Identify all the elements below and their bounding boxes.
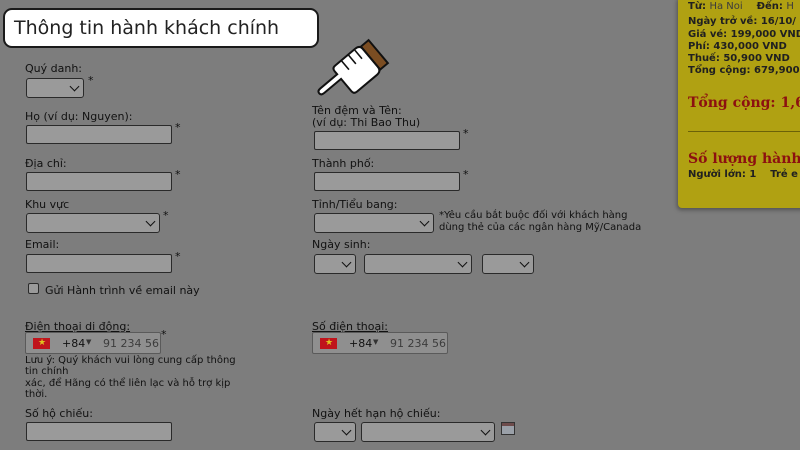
to-value: H: [786, 1, 794, 12]
send-itinerary-checkbox[interactable]: [28, 283, 39, 294]
passenger-counts: Người lớn: 1 Trẻ e: [688, 169, 798, 180]
fare-row: Giá vé: 199,000 VND: [688, 29, 800, 40]
first-middle-example: (ví dụ: Thi Bao Thu): [312, 116, 421, 129]
required-mark: *: [463, 127, 469, 140]
region-label: Khu vực: [25, 198, 70, 211]
chevron-down-icon: [341, 257, 352, 268]
total-amount: Tổng cộng: 1,6: [688, 95, 800, 111]
adult-count: Người lớn: 1: [688, 169, 757, 180]
required-mark: *: [88, 74, 94, 87]
required-mark: *: [161, 328, 167, 341]
vietnam-flag-icon: ★: [33, 338, 50, 349]
city-input[interactable]: [314, 172, 460, 191]
passenger-count-title: Số lượng hành: [688, 151, 800, 167]
passport-input[interactable]: [26, 422, 172, 441]
required-mark: *: [163, 209, 169, 222]
dob-label: Ngày sinh:: [312, 238, 371, 251]
required-mark: *: [175, 250, 181, 263]
address-label: Địa chỉ:: [25, 157, 67, 170]
chevron-down-icon: [145, 216, 156, 227]
address-input[interactable]: [26, 172, 172, 191]
email-label: Email:: [25, 238, 60, 251]
to-label: Đến:: [756, 1, 783, 12]
email-input[interactable]: [26, 254, 172, 273]
phone-placeholder: 91 234 56: [390, 337, 446, 350]
divider: [688, 131, 800, 132]
chevron-down-icon: [69, 81, 80, 92]
country-code[interactable]: +84: [349, 337, 372, 350]
chevron-down-icon[interactable]: ▼: [86, 338, 91, 346]
mobile-note: thời.: [25, 389, 48, 400]
chevron-down-icon: [480, 425, 491, 436]
chevron-down-icon: [457, 257, 468, 268]
passport-expiry-day-select[interactable]: [314, 422, 356, 442]
send-itinerary-label: Gửi Hành trình về email này: [45, 284, 200, 297]
fee-row: Phí: 430,000 VND: [688, 41, 787, 52]
chevron-down-icon: [519, 257, 530, 268]
dob-day-select[interactable]: [314, 254, 356, 274]
title-select[interactable]: [26, 78, 84, 98]
country-code[interactable]: +84: [62, 337, 85, 350]
booking-summary-panel: Từ: Ha Noi Đến: H Ngày trở về: 16/10/ Gi…: [678, 0, 800, 208]
section-callout: Thông tin hành khách chính: [3, 8, 319, 48]
mobile-note: Lưu ý: Quý khách vui lòng cung cấp thông: [25, 355, 236, 366]
state-select[interactable]: [314, 213, 434, 233]
return-date: Ngày trở về: 16/10/: [688, 16, 796, 27]
chevron-down-icon[interactable]: ▼: [373, 338, 378, 346]
mobile-note: tin chính: [25, 366, 69, 377]
vietnam-flag-icon: ★: [320, 338, 337, 349]
city-label: Thành phố:: [312, 157, 375, 170]
chevron-down-icon: [419, 216, 430, 227]
required-mark: *: [175, 121, 181, 134]
route-row: Từ: Ha Noi Đến: H: [688, 1, 794, 12]
state-note: dùng thẻ của các ngân hàng Mỹ/Canada: [439, 222, 642, 233]
mobile-phone-input[interactable]: ★ +84 ▼ 91 234 56: [25, 332, 161, 354]
region-select[interactable]: [26, 213, 160, 233]
first-middle-input[interactable]: [314, 131, 460, 150]
from-label: Từ:: [688, 1, 706, 12]
dob-month-select[interactable]: [364, 254, 472, 274]
mobile-note: xác, để Hãng có thể liên lạc và hỗ trợ k…: [25, 378, 231, 389]
passport-expiry-month-select[interactable]: [361, 422, 495, 442]
tax-row: Thuế: 50,900 VND: [688, 53, 790, 64]
required-mark: *: [175, 168, 181, 181]
required-mark: *: [463, 168, 469, 181]
pointing-hand-icon: [317, 38, 390, 96]
phone-placeholder: 91 234 56: [103, 337, 159, 350]
chevron-down-icon: [341, 425, 352, 436]
dob-year-select[interactable]: [482, 254, 534, 274]
subtotal-row: Tổng cộng: 679,900: [688, 65, 800, 76]
state-note: *Yêu cầu bắt buộc đối với khách hàng: [439, 210, 628, 221]
title-label: Quý danh:: [25, 62, 83, 75]
last-name-label: Họ (ví dụ: Nguyen):: [25, 110, 133, 123]
passport-label: Số hộ chiếu:: [25, 407, 93, 420]
last-name-input[interactable]: [26, 125, 172, 144]
child-count: Trẻ e: [770, 169, 798, 180]
phone-input[interactable]: ★ +84 ▼ 91 234 56: [312, 332, 448, 354]
calendar-icon[interactable]: [501, 422, 515, 435]
passport-expiry-label: Ngày hết hạn hộ chiếu:: [312, 407, 441, 420]
from-value: Ha Noi: [709, 1, 743, 12]
state-label: Tỉnh/Tiểu bang:: [312, 198, 398, 211]
